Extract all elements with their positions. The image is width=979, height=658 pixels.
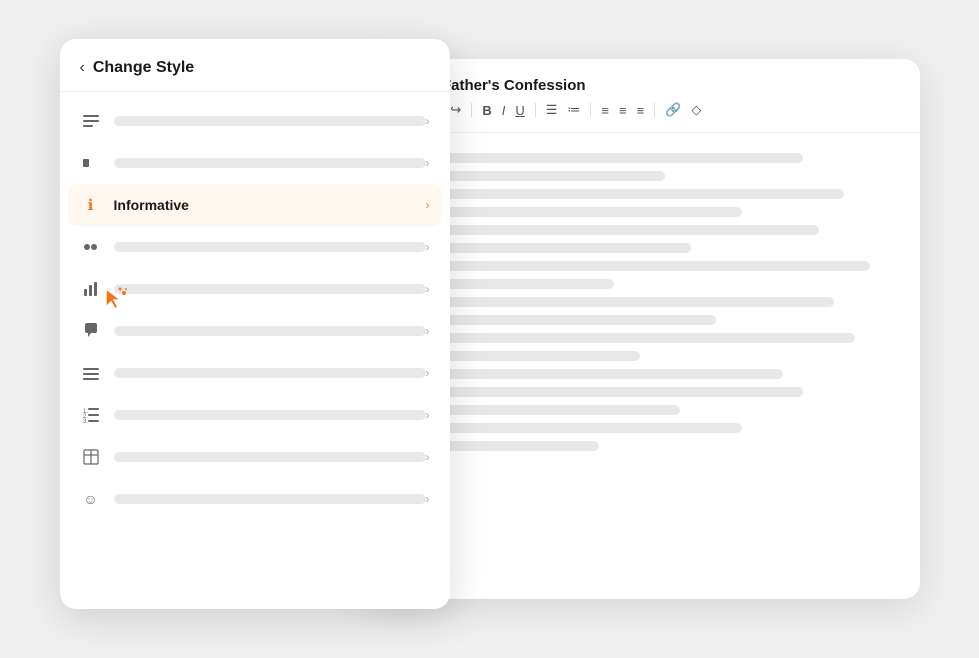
style-item-heading[interactable]: › [60,142,450,184]
ordered-list-icon[interactable]: ≔ [565,100,582,120]
toolbar-separator-2 [535,103,536,117]
style-item-informative-label: Informative [114,197,189,213]
toolbar-separator [471,103,472,117]
align-center-icon[interactable]: ≡ [617,101,629,120]
style-item-bar [114,368,426,378]
style-item-bar [114,326,426,336]
chevron-right-icon: › [426,408,430,422]
style-list: › › ℹ Informative › [60,92,450,528]
editor-header-right: A Father's Confession ↩ ↪ B I U ☰ ≔ ≡ ≡ … [428,77,900,120]
svg-text:3.: 3. [83,419,88,423]
align-right-icon[interactable]: ≡ [635,101,647,120]
style-item-bar [114,116,426,126]
link-icon[interactable]: 🔗 [663,100,683,120]
chevron-right-icon: › [426,114,430,128]
chevron-right-icon: › [426,366,430,380]
style-item-chart[interactable]: › [60,268,450,310]
style-item-table[interactable]: › [60,436,450,478]
style-item-bar [114,410,426,420]
style-menu-header: ‹ Change Style [60,39,450,92]
chevron-right-icon: › [426,240,430,254]
style-item-bar [114,494,426,504]
chevron-right-icon: › [426,156,430,170]
style-item-paragraph[interactable]: › [60,100,450,142]
underline-icon[interactable]: U [513,101,526,120]
italic-icon[interactable]: I [500,101,508,120]
back-button[interactable]: ‹ [80,59,85,77]
bold-icon[interactable]: B [480,101,493,120]
emoji-icon: ☺ [80,488,102,510]
style-item-bar [114,158,426,168]
table-icon [80,446,102,468]
editor-title: A Father's Confession [428,77,900,94]
chevron-right-icon: › [426,324,430,338]
chevron-right-active-icon: › [426,198,430,212]
eraser-icon[interactable]: ◇ [689,100,703,120]
text-line [384,333,855,343]
style-item-bar [114,284,426,294]
numbered-list-icon: 1. 2. 3. [80,404,102,426]
redo-icon[interactable]: ↪ [448,100,463,120]
chevron-right-icon: › [426,492,430,506]
quote-icon [80,236,102,258]
style-item-numbered[interactable]: 1. 2. 3. › [60,394,450,436]
callout-icon [80,320,102,342]
style-menu-card: ‹ Change Style › [60,39,450,609]
paragraph-icon [80,110,102,132]
style-item-emoji[interactable]: ☺ › [60,478,450,520]
informative-icon: ℹ [80,194,102,216]
text-line [384,189,845,199]
style-item-informative[interactable]: ℹ Informative › [68,184,442,226]
align-left-icon[interactable]: ≡ [599,101,611,120]
style-item-quote[interactable]: › [60,226,450,268]
toolbar-separator-4 [654,103,655,117]
toolbar-separator-3 [590,103,591,117]
list-icon [80,362,102,384]
text-line [384,297,835,307]
style-item-bar [114,452,426,462]
style-item-callout[interactable]: › [60,310,450,352]
scene: A Father's Confession ↩ ↪ B I U ☰ ≔ ≡ ≡ … [60,39,920,619]
text-line [384,261,870,271]
unordered-list-icon[interactable]: ☰ [544,100,560,120]
heading-icon [80,152,102,174]
chevron-right-icon: › [426,282,430,296]
style-item-list[interactable]: › [60,352,450,394]
editor-toolbar: ↩ ↪ B I U ☰ ≔ ≡ ≡ ≡ 🔗 ◇ [428,100,900,120]
chevron-right-icon: › [426,450,430,464]
chart-icon [80,278,102,300]
style-item-bar [114,242,426,252]
style-menu-title: Change Style [93,59,194,77]
